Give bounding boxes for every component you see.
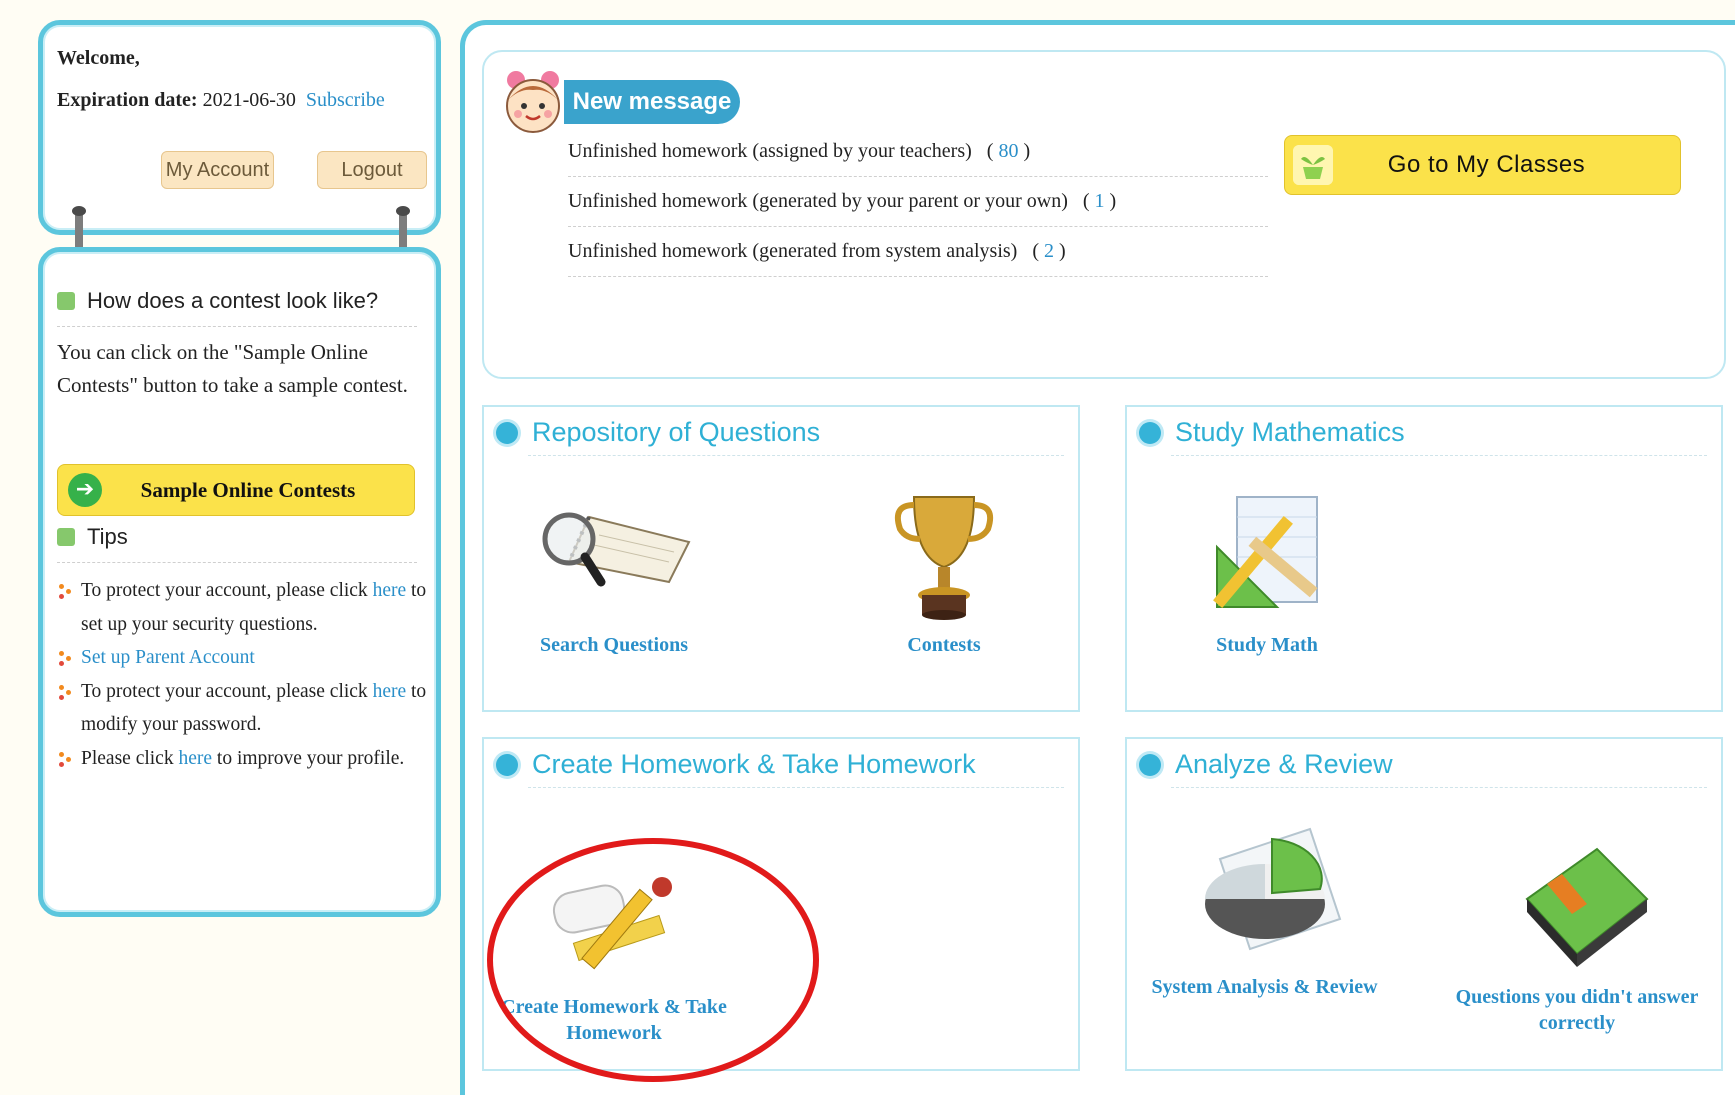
message-count-link[interactable]: 2 <box>1044 240 1054 262</box>
questions-wrong-label: Questions you didn't answer correctly <box>1455 986 1699 1034</box>
create-homework-item[interactable]: Create Homework & Take Homework <box>494 859 734 1046</box>
message-count-link[interactable]: 1 <box>1095 190 1105 212</box>
system-analysis-item[interactable]: System Analysis & Review <box>1137 819 1392 1000</box>
study-math-item[interactable]: Study Math <box>1177 487 1357 658</box>
sample-online-contests-button[interactable]: ➔ Sample Online Contests <box>57 464 415 516</box>
contests-label: Contests <box>907 634 981 656</box>
message-row[interactable]: Unfinished homework (generated from syst… <box>568 226 1268 277</box>
card-title-text: Study Mathematics <box>1175 417 1405 447</box>
message-count-link[interactable]: 80 <box>998 140 1018 162</box>
study-title: Study Mathematics <box>1139 417 1405 448</box>
modify-password-link[interactable]: here <box>373 681 407 702</box>
tip-item: Set up Parent Account <box>57 641 432 675</box>
divider <box>57 326 417 327</box>
analyze-title: Analyze & Review <box>1139 749 1393 780</box>
bullet-dot-icon <box>1139 753 1161 776</box>
tip-text: to improve your profile. <box>216 747 405 769</box>
bullet-dot-icon <box>1139 421 1161 444</box>
bullet-dot-icon <box>496 421 518 444</box>
sample-online-contests-label: Sample Online Contests <box>140 477 356 502</box>
bullet-icon <box>59 584 73 599</box>
tip-item: To protect your account, please click he… <box>57 675 432 742</box>
create-homework-label: Create Homework & Take Homework <box>501 996 727 1044</box>
message-label: Unfinished homework (generated by your p… <box>568 190 1068 212</box>
tips-heading: Tips <box>57 524 128 550</box>
security-questions-link[interactable]: here <box>373 580 407 601</box>
scroll-pencil-icon <box>552 877 672 970</box>
arrow-right-icon: ➔ <box>68 473 102 507</box>
expiration-info: Expiration date: 2021-06-30 Subscribe <box>57 89 385 112</box>
study-mathematics-card: Study Mathematics Study Math <box>1125 405 1723 712</box>
tip-item: To protect your account, please click he… <box>57 574 432 641</box>
plant-pot-icon <box>1293 145 1333 185</box>
new-message-card: New message Unfinished homework (assigne… <box>482 50 1726 379</box>
message-label: Unfinished homework (assigned by your te… <box>568 140 972 162</box>
tip-text: To protect your account, please click <box>81 680 368 702</box>
homework-title: Create Homework & Take Homework <box>496 749 976 780</box>
green-square-icon <box>57 528 75 546</box>
system-analysis-label: System Analysis & Review <box>1151 976 1378 998</box>
bullet-dot-icon <box>496 753 518 776</box>
go-to-my-classes-button[interactable]: Go to My Classes <box>1284 135 1681 195</box>
analyze-review-card: Analyze & Review System Analysis & Revie… <box>1125 737 1723 1071</box>
green-square-icon <box>57 292 75 310</box>
subscribe-link[interactable]: Subscribe <box>306 89 385 111</box>
contest-heading-text: How does a contest look like? <box>87 288 379 313</box>
ruler-pencil-icon <box>1213 496 1318 608</box>
bullet-icon <box>59 751 73 767</box>
welcome-text: Welcome, <box>57 47 140 69</box>
bullet-icon <box>59 684 73 700</box>
magnifier-notebook-icon <box>542 512 691 587</box>
search-questions-item[interactable]: Search Questions <box>524 487 704 658</box>
homework-card: Create Homework & Take Homework Create H… <box>482 737 1080 1071</box>
card-title-text: Analyze & Review <box>1175 749 1393 779</box>
card-title-text: Repository of Questions <box>532 417 821 447</box>
message-row[interactable]: Unfinished homework (generated by your p… <box>568 176 1268 227</box>
go-to-my-classes-label: Go to My Classes <box>1387 151 1586 178</box>
divider <box>528 455 1064 456</box>
pie-chart-icon <box>1204 827 1341 951</box>
divider <box>57 562 417 563</box>
tip-text: Please click <box>81 747 174 769</box>
cartoon-girl-icon <box>506 71 560 133</box>
contests-item[interactable]: Contests <box>864 487 1024 658</box>
trophy-icon <box>894 496 994 620</box>
bullet-icon <box>59 651 73 666</box>
info-panel: How does a contest look like? You can cl… <box>38 247 441 917</box>
new-message-badge: New message <box>564 80 740 124</box>
improve-profile-link[interactable]: here <box>178 748 212 769</box>
tips-heading-text: Tips <box>87 524 128 549</box>
logout-button[interactable]: Logout <box>317 151 427 189</box>
parent-account-link[interactable]: Set up Parent Account <box>81 647 255 668</box>
repository-card: Repository of Questions Search Questions… <box>482 405 1080 712</box>
divider <box>1171 455 1707 456</box>
repository-title: Repository of Questions <box>496 417 820 448</box>
my-account-button[interactable]: My Account <box>161 151 274 189</box>
contest-heading: How does a contest look like? <box>57 288 378 314</box>
study-math-label: Study Math <box>1216 634 1318 656</box>
message-row[interactable]: Unfinished homework (assigned by your te… <box>568 126 1268 177</box>
message-label: Unfinished homework (generated from syst… <box>568 240 1018 262</box>
card-title-text: Create Homework & Take Homework <box>532 749 976 779</box>
divider <box>528 787 1064 788</box>
expiration-label: Expiration date: <box>57 89 198 111</box>
welcome-panel: Welcome, Expiration date: 2021-06-30 Sub… <box>38 20 441 235</box>
questions-wrong-item[interactable]: Questions you didn't answer correctly <box>1437 839 1717 1036</box>
expiration-date: 2021-06-30 <box>202 89 296 111</box>
tip-item: Please click here to improve your profil… <box>57 742 432 776</box>
search-questions-label: Search Questions <box>540 634 688 656</box>
contest-description: You can click on the "Sample Online Cont… <box>57 340 408 397</box>
green-book-icon <box>1525 847 1649 967</box>
tips-list: To protect your account, please click he… <box>57 574 432 775</box>
tip-text: To protect your account, please click <box>81 580 368 601</box>
divider <box>1171 787 1707 788</box>
